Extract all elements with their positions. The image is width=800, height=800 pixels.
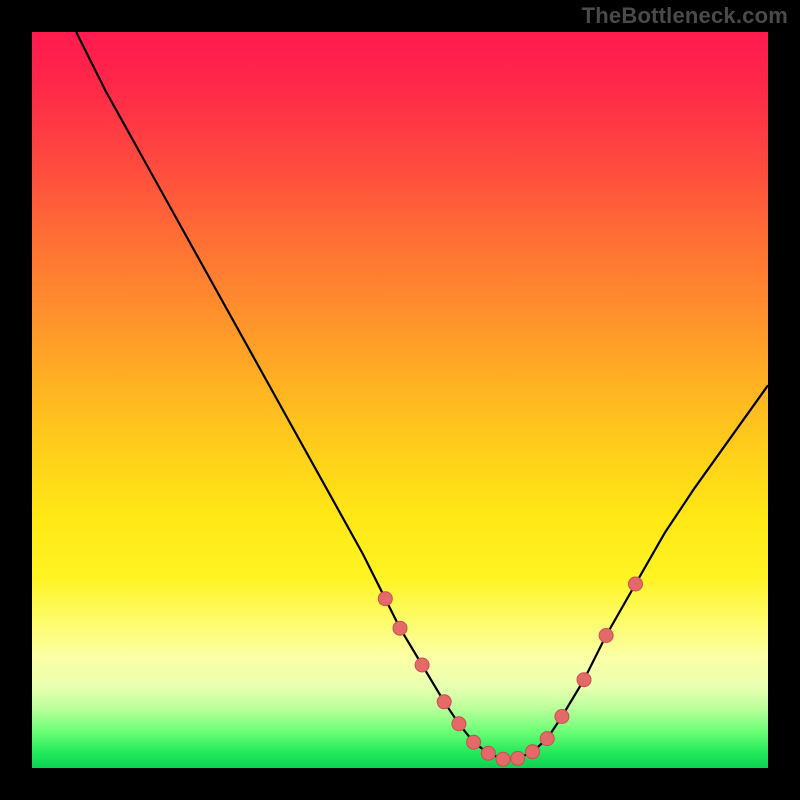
highlight-dot — [437, 695, 451, 709]
bottleneck-curve — [76, 32, 768, 759]
highlight-dot — [511, 751, 525, 765]
highlight-dot — [452, 717, 466, 731]
highlight-dot — [599, 629, 613, 643]
plot-area — [32, 32, 768, 768]
highlight-dot — [415, 658, 429, 672]
highlight-dot — [378, 592, 392, 606]
highlight-dots — [378, 577, 642, 766]
highlight-dot — [555, 710, 569, 724]
highlight-dot — [467, 735, 481, 749]
highlight-dot — [496, 752, 510, 766]
curve-svg — [32, 32, 768, 768]
highlight-dot — [629, 577, 643, 591]
highlight-dot — [526, 745, 540, 759]
highlight-dot — [577, 673, 591, 687]
watermark-text: TheBottleneck.com — [582, 3, 788, 29]
highlight-dot — [393, 621, 407, 635]
highlight-dot — [540, 732, 554, 746]
chart-frame: TheBottleneck.com — [0, 0, 800, 800]
highlight-dot — [481, 746, 495, 760]
